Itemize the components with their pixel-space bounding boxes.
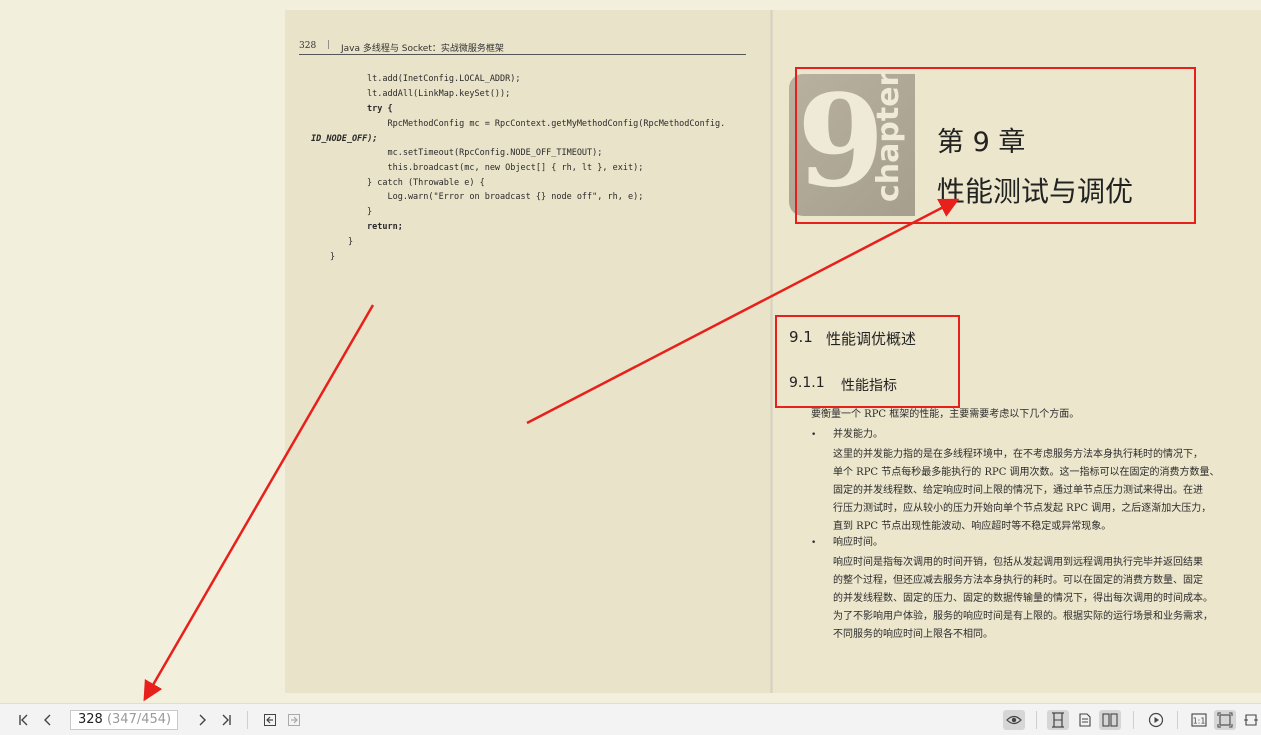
single-page-icon[interactable] xyxy=(1047,710,1069,730)
svg-text:1:1: 1:1 xyxy=(1193,717,1206,726)
arrow-to-chapter xyxy=(526,198,960,425)
back-icon[interactable] xyxy=(260,710,280,730)
toolbar-divider xyxy=(1177,711,1178,729)
fit-page-icon[interactable] xyxy=(1214,710,1236,730)
last-page-icon[interactable] xyxy=(216,710,236,730)
page-position: (347/454) xyxy=(106,712,172,727)
annotation-arrows xyxy=(143,198,960,702)
toolbar-divider xyxy=(247,711,248,729)
forward-icon[interactable] xyxy=(284,710,304,730)
page-number-input[interactable]: 328 (347/454) xyxy=(70,710,178,730)
arrow-to-page-input xyxy=(143,304,375,702)
play-icon[interactable] xyxy=(1146,710,1166,730)
double-page-icon[interactable] xyxy=(1099,710,1121,730)
page-value: 328 xyxy=(78,712,103,727)
toolbar-divider xyxy=(1133,711,1134,729)
first-page-icon[interactable] xyxy=(14,710,34,730)
next-page-icon[interactable] xyxy=(192,710,212,730)
viewer-toolbar: 328 (347/454) 1:1 xyxy=(0,703,1261,735)
eye-icon[interactable] xyxy=(1003,710,1025,730)
toolbar-divider xyxy=(1036,711,1037,729)
document-viewer[interactable]: 328 | Java 多线程与 Socket：实战微服务框架 lt.add(In… xyxy=(0,0,1261,703)
prev-page-icon[interactable] xyxy=(38,710,58,730)
scroll-page-icon[interactable] xyxy=(1075,710,1095,730)
fit-width-icon[interactable] xyxy=(1242,710,1260,730)
actual-size-icon[interactable]: 1:1 xyxy=(1189,710,1209,730)
